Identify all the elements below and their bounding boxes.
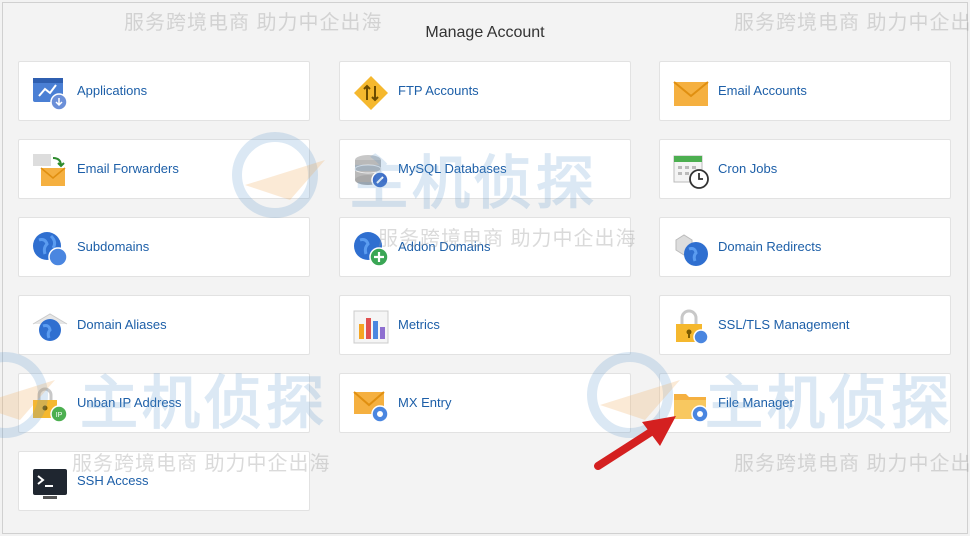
tile-label: Domain Redirects	[718, 239, 822, 254]
tile-applications[interactable]: Applications	[18, 61, 310, 121]
tile-email-forwarders[interactable]: Email Forwarders	[18, 139, 310, 199]
folder-icon	[672, 386, 710, 424]
ftp-icon	[352, 74, 390, 112]
tile-label: SSL/TLS Management	[718, 317, 850, 332]
tile-label: Metrics	[398, 317, 440, 332]
bar-chart-icon	[352, 308, 390, 346]
mx-entry-icon	[352, 386, 390, 424]
tile-unban-ip-address[interactable]: IP Unban IP Address	[18, 373, 310, 433]
tile-label: Applications	[77, 83, 148, 98]
applications-icon	[31, 74, 69, 112]
page-title: Manage Account	[425, 24, 545, 41]
tile-domain-redirects[interactable]: Domain Redirects	[659, 217, 951, 277]
tile-metrics[interactable]: Metrics	[339, 295, 631, 355]
tile-label: FTP Accounts	[398, 83, 479, 98]
tile-label: MySQL Databases	[398, 161, 507, 176]
tile-label: Domain Aliases	[77, 317, 167, 332]
tile-file-manager[interactable]: File Manager	[659, 373, 951, 433]
tile-mysql-databases[interactable]: MySQL Databases	[339, 139, 631, 199]
tile-cron-jobs[interactable]: Cron Jobs	[659, 139, 951, 199]
tile-label: Email Forwarders	[77, 161, 179, 176]
domain-aliases-icon	[31, 308, 69, 346]
unban-ip-icon: IP	[31, 386, 69, 424]
database-icon	[352, 152, 390, 190]
terminal-icon	[31, 464, 69, 502]
tile-label: Email Accounts	[718, 83, 807, 98]
tile-label: Addon Domains	[398, 239, 491, 254]
tile-mx-entry[interactable]: MX Entry	[339, 373, 631, 433]
domain-redirects-icon	[672, 230, 710, 268]
tile-label: File Manager	[718, 395, 794, 410]
globe-icon	[31, 230, 69, 268]
tile-label: MX Entry	[398, 395, 452, 410]
tile-domain-aliases[interactable]: Domain Aliases	[18, 295, 310, 355]
email-forwarders-icon	[31, 152, 69, 190]
tile-addon-domains[interactable]: Addon Domains	[339, 217, 631, 277]
tile-label: Subdomains	[77, 239, 150, 254]
tile-ftp-accounts[interactable]: FTP Accounts	[339, 61, 631, 121]
email-accounts-icon	[672, 74, 710, 112]
tile-label: SSH Access	[77, 473, 149, 488]
tile-label: Unban IP Address	[77, 395, 182, 410]
svg-text:IP: IP	[56, 412, 63, 419]
globe-add-icon	[352, 230, 390, 268]
tile-label: Cron Jobs	[718, 161, 778, 176]
ssl-lock-icon	[672, 308, 710, 346]
tile-ssh-access[interactable]: SSH Access	[18, 451, 310, 511]
tile-subdomains[interactable]: Subdomains	[18, 217, 310, 277]
cron-jobs-icon	[672, 152, 710, 190]
tile-ssl-tls-management[interactable]: SSL/TLS Management	[659, 295, 951, 355]
tile-email-accounts[interactable]: Email Accounts	[659, 61, 951, 121]
